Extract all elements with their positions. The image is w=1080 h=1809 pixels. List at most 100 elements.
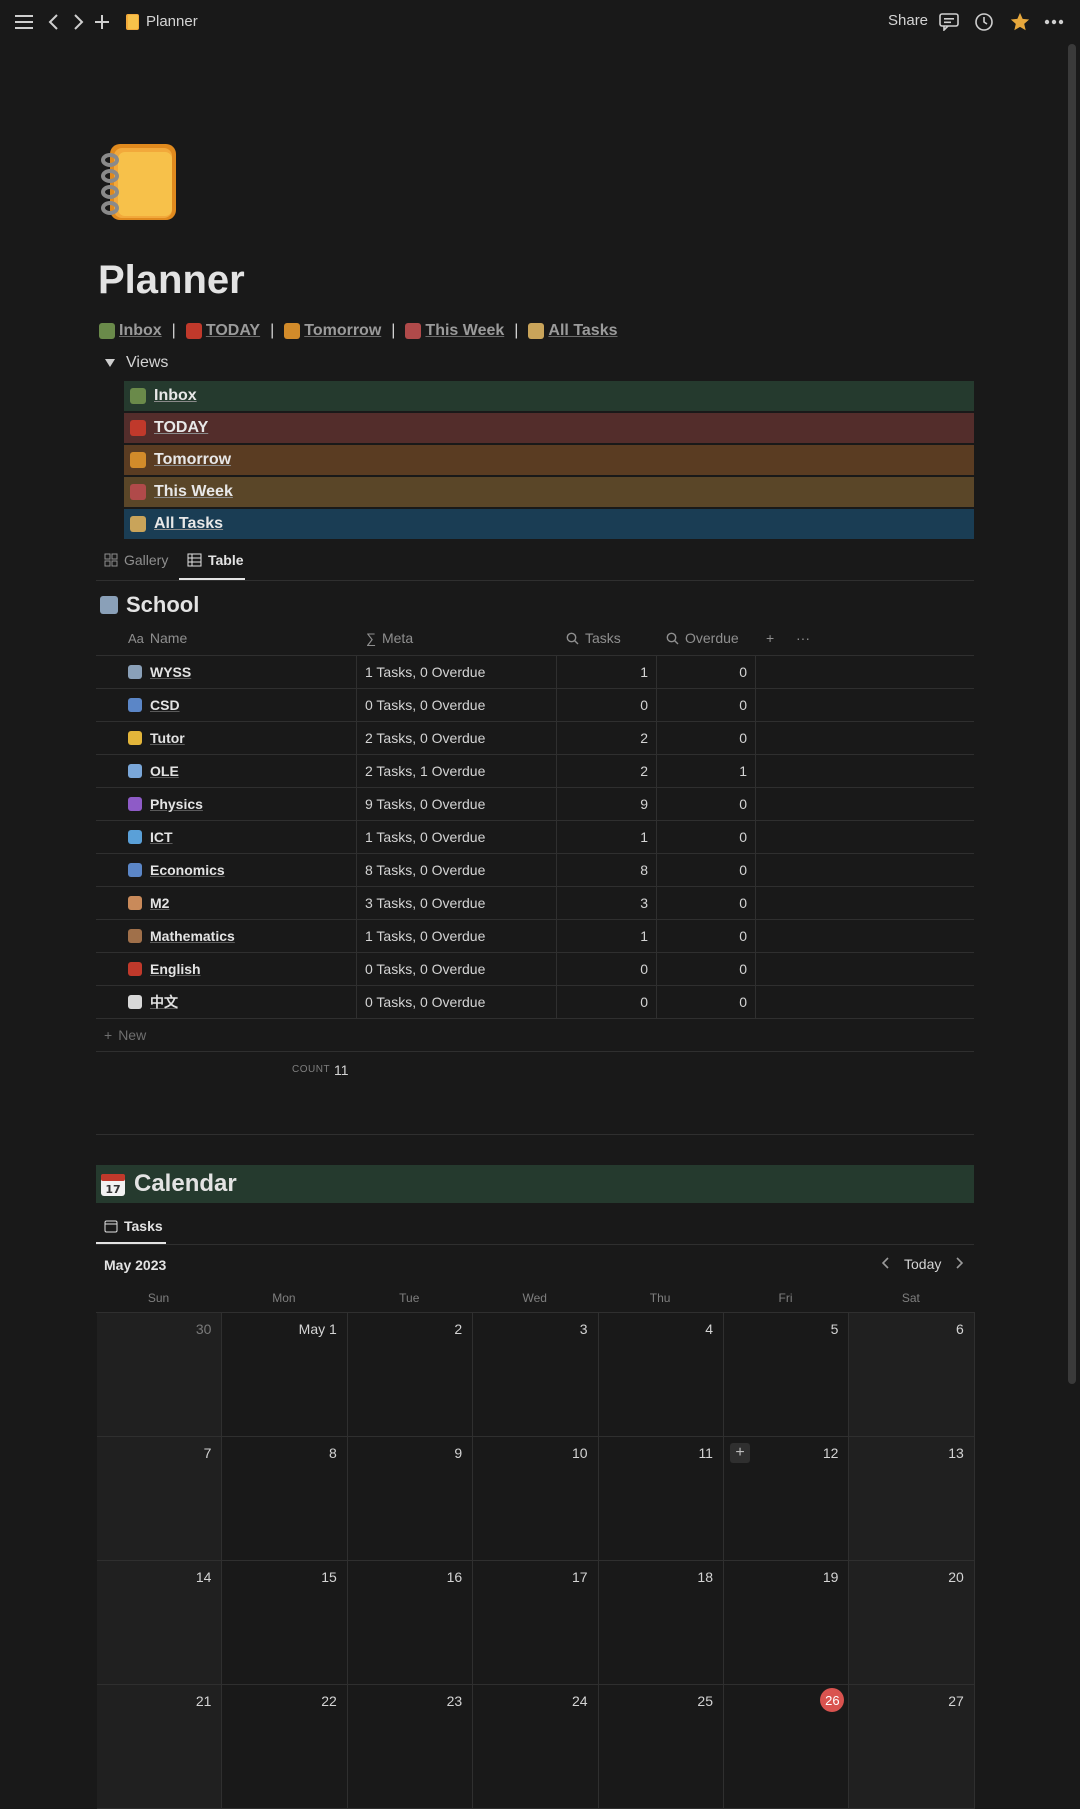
today-button[interactable]: Today	[904, 1256, 941, 1272]
cell-overdue[interactable]: 0	[656, 656, 756, 688]
callout-all-tasks[interactable]: All Tasks	[124, 509, 974, 539]
column-overdue[interactable]: Overdue	[666, 630, 739, 646]
cell-meta[interactable]: 9 Tasks, 0 Overdue	[356, 788, 556, 820]
cell-overdue[interactable]: 0	[656, 920, 756, 952]
cell-overdue[interactable]: 0	[656, 689, 756, 721]
cell-name[interactable]: Tutor	[128, 722, 352, 754]
cell-name[interactable]: 中文	[128, 986, 352, 1018]
calendar-day-cell[interactable]: 21	[97, 1685, 223, 1809]
triangle-down-icon[interactable]	[104, 358, 116, 368]
cell-tasks[interactable]: 1	[556, 821, 656, 853]
menu-icon[interactable]	[12, 10, 36, 34]
cell-tasks[interactable]: 0	[556, 689, 656, 721]
table-row[interactable]: Physics 9 Tasks, 0 Overdue 9 0	[96, 788, 974, 821]
notebook-icon[interactable]	[100, 140, 180, 224]
calendar-title[interactable]: 17 Calendar	[96, 1165, 974, 1203]
cell-tasks[interactable]: 8	[556, 854, 656, 886]
calendar-day-cell[interactable]: 30	[97, 1313, 223, 1437]
calendar-day-cell[interactable]: 7	[97, 1437, 223, 1561]
cell-meta[interactable]: 2 Tasks, 1 Overdue	[356, 755, 556, 787]
more-icon[interactable]: ···	[796, 630, 810, 646]
share-button[interactable]: Share	[888, 12, 928, 29]
cell-meta[interactable]: 0 Tasks, 0 Overdue	[356, 689, 556, 721]
cell-overdue[interactable]: 1	[656, 755, 756, 787]
tab-gallery[interactable]: Gallery	[104, 552, 168, 568]
scrollbar[interactable]	[1068, 44, 1076, 1384]
table-row[interactable]: M2 3 Tasks, 0 Overdue 3 0	[96, 887, 974, 920]
column-name[interactable]: Aa Name	[128, 630, 187, 646]
cell-tasks[interactable]: 0	[556, 986, 656, 1018]
table-row[interactable]: WYSS 1 Tasks, 0 Overdue 1 0	[96, 656, 974, 689]
cell-overdue[interactable]: 0	[656, 821, 756, 853]
cell-name[interactable]: Mathematics	[128, 920, 352, 952]
calendar-day-cell[interactable]: 22	[222, 1685, 348, 1809]
views-toggle[interactable]: Views	[104, 354, 168, 372]
cell-name[interactable]: WYSS	[128, 656, 352, 688]
table-row[interactable]: English 0 Tasks, 0 Overdue 0 0	[96, 953, 974, 986]
callout-tomorrow[interactable]: Tomorrow	[124, 445, 974, 475]
cell-overdue[interactable]: 0	[656, 986, 756, 1018]
calendar-day-cell[interactable]: 23	[347, 1685, 474, 1809]
cell-meta[interactable]: 1 Tasks, 0 Overdue	[356, 920, 556, 952]
new-row-button[interactable]: + New	[96, 1019, 974, 1052]
add-event-icon[interactable]: +	[730, 1443, 750, 1463]
cell-meta[interactable]: 8 Tasks, 0 Overdue	[356, 854, 556, 886]
cell-tasks[interactable]: 2	[556, 722, 656, 754]
calendar-day-cell[interactable]: 17	[473, 1561, 599, 1685]
page-title[interactable]: Planner	[98, 258, 245, 303]
tab-tasks[interactable]: Tasks	[104, 1218, 163, 1234]
today-badge[interactable]: 26	[820, 1688, 845, 1712]
calendar-day-cell[interactable]: 25	[598, 1685, 724, 1809]
cell-name[interactable]: Economics	[128, 854, 352, 886]
calendar-day-cell[interactable]: 4	[598, 1313, 724, 1437]
table-row[interactable]: ICT 1 Tasks, 0 Overdue 1 0	[96, 821, 974, 854]
cell-name[interactable]: M2	[128, 887, 352, 919]
cell-meta[interactable]: 3 Tasks, 0 Overdue	[356, 887, 556, 919]
calendar-day-cell[interactable]: 19	[724, 1561, 850, 1685]
calendar-day-cell[interactable]: 2	[347, 1313, 474, 1437]
history-icon[interactable]	[972, 10, 996, 34]
callout-this-week[interactable]: This Week	[124, 477, 974, 507]
table-row[interactable]: Tutor 2 Tasks, 0 Overdue 2 0	[96, 722, 974, 755]
star-icon[interactable]	[1008, 10, 1032, 34]
table-row[interactable]: Mathematics 1 Tasks, 0 Overdue 1 0	[96, 920, 974, 953]
more-icon[interactable]	[1042, 10, 1066, 34]
column-meta[interactable]: ∑ Meta	[366, 630, 413, 646]
cell-overdue[interactable]: 0	[656, 722, 756, 754]
calendar-day-cell[interactable]: 27	[849, 1685, 975, 1809]
link-this-week[interactable]: This Week	[405, 322, 504, 340]
cell-meta[interactable]: 1 Tasks, 0 Overdue	[356, 656, 556, 688]
cell-name[interactable]: ICT	[128, 821, 352, 853]
cell-meta[interactable]: 1 Tasks, 0 Overdue	[356, 821, 556, 853]
cell-name[interactable]: Physics	[128, 788, 352, 820]
cell-overdue[interactable]: 0	[656, 788, 756, 820]
callout-today[interactable]: TODAY	[124, 413, 974, 443]
breadcrumb[interactable]: Planner	[146, 13, 198, 30]
calendar-day-cell[interactable]: 8	[222, 1437, 348, 1561]
cell-overdue[interactable]: 0	[656, 953, 756, 985]
add-column-icon[interactable]: +	[766, 630, 774, 646]
calendar-day-cell[interactable]: 24	[473, 1685, 599, 1809]
table-row[interactable]: CSD 0 Tasks, 0 Overdue 0 0	[96, 689, 974, 722]
calendar-day-cell[interactable]: 13	[849, 1437, 975, 1561]
cell-tasks[interactable]: 1	[556, 656, 656, 688]
cell-overdue[interactable]: 0	[656, 854, 756, 886]
calendar-day-cell[interactable]: May 1	[222, 1313, 348, 1437]
link-tomorrow[interactable]: Tomorrow	[284, 322, 381, 340]
school-title[interactable]: School	[100, 592, 199, 618]
tab-table[interactable]: Table	[187, 552, 244, 568]
calendar-day-cell[interactable]: 6	[849, 1313, 975, 1437]
cell-tasks[interactable]: 9	[556, 788, 656, 820]
callout-inbox[interactable]: Inbox	[124, 381, 974, 411]
calendar-day-cell[interactable]: 10	[473, 1437, 599, 1561]
calendar-day-cell[interactable]: 26	[724, 1685, 850, 1809]
back-icon[interactable]	[42, 10, 66, 34]
calendar-day-cell[interactable]: 3	[473, 1313, 599, 1437]
forward-icon[interactable]	[66, 10, 90, 34]
cell-tasks[interactable]: 1	[556, 920, 656, 952]
chevron-left-icon[interactable]	[881, 1256, 890, 1272]
count-footer[interactable]: COUNT 11	[96, 1052, 974, 1086]
cell-tasks[interactable]: 3	[556, 887, 656, 919]
cell-name[interactable]: OLE	[128, 755, 352, 787]
calendar-day-cell[interactable]: 11	[598, 1437, 724, 1561]
